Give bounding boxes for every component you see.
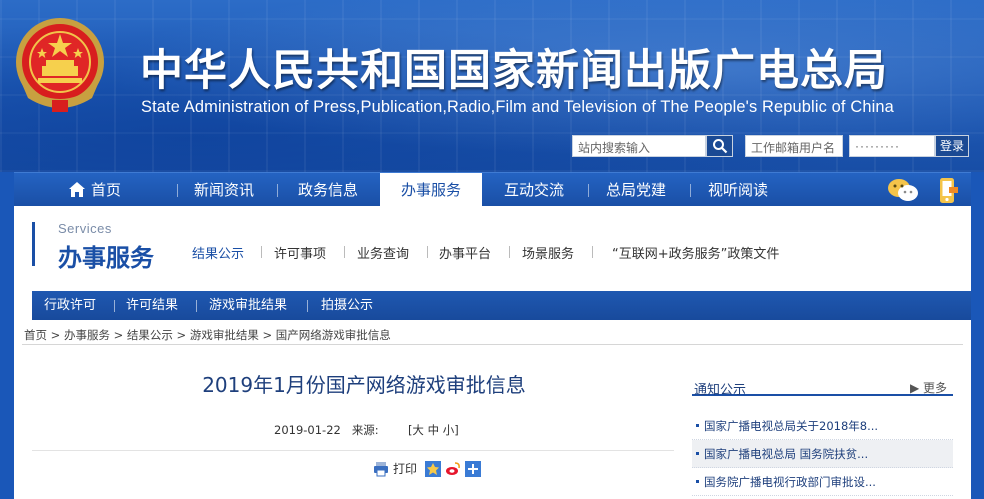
email-username-field[interactable]: 工作邮箱用户名 (745, 135, 843, 157)
tab-scenario-services[interactable]: 场景服务 (522, 243, 574, 262)
nav-divider (277, 184, 278, 197)
nav-divider (588, 184, 589, 197)
article-source-label: 来源: (351, 423, 379, 437)
printer-icon[interactable] (373, 461, 389, 477)
tab-divider (344, 246, 345, 258)
nav-divider (690, 184, 691, 197)
sidebar-title: 通知公示 (694, 383, 747, 398)
national-emblem-icon (16, 18, 104, 112)
tab-business-query[interactable]: 业务查询 (357, 243, 409, 262)
site-title-cn: 中华人民共和国国家新闻出版广电总局 (140, 46, 888, 96)
nav-item-audiovisual[interactable]: 视听阅读 (698, 173, 778, 207)
search-input[interactable]: 站内搜索输入 (572, 135, 706, 157)
wechat-icon[interactable] (887, 177, 919, 203)
article-date: 2019-01-22 (274, 423, 341, 437)
print-button[interactable]: 打印 (393, 460, 417, 477)
sidebar-list: 国家广播电视总局关于2018年8... 国家广播电视总局 国务院扶贫... 国务… (692, 412, 953, 496)
nav-item-party-building[interactable]: 总局党建 (596, 173, 676, 207)
main-nav: 首页 新闻资讯 政务信息 办事服务 互动交流 总局党建 视听阅读 (14, 172, 971, 207)
tab-divider (261, 246, 262, 258)
services-accent-bar (32, 222, 35, 266)
tab-licensing-items[interactable]: 许可事项 (274, 243, 326, 262)
services-heading: 办事服务 (58, 244, 154, 272)
tab-divider (592, 246, 593, 258)
nav-item-interaction[interactable]: 互动交流 (494, 173, 574, 207)
subnav-divider (196, 300, 197, 312)
article-tools: 打印 (369, 460, 482, 477)
subnav-item-filming-publicity[interactable]: 拍摄公示 (321, 291, 373, 320)
nav-item-government-info[interactable]: 政务信息 (284, 173, 372, 207)
subnav-divider (307, 300, 308, 312)
login-button[interactable]: 登录 (935, 135, 969, 157)
subnav-item-license-results[interactable]: 许可结果 (126, 291, 178, 320)
password-field[interactable]: ········· (849, 135, 935, 157)
article-divider (32, 450, 674, 451)
content-area: Services 办事服务 结果公示 许可事项 业务查询 办事平台 场景服务 “… (14, 206, 971, 499)
tab-service-platform[interactable]: 办事平台 (439, 243, 491, 262)
article-meta: 2019-01-22 来源: [大 中 小] (274, 422, 459, 438)
article-title: 2019年1月份国产网络游戏审批信息 (202, 373, 526, 397)
site-title-en: State Administration of Press,Publicatio… (141, 98, 894, 116)
sidebar-list-item[interactable]: 国家广播电视总局 国务院扶贫... (692, 440, 953, 468)
nav-item-news[interactable]: 新闻资讯 (184, 173, 264, 207)
nav-item-home[interactable]: 首页 (80, 173, 132, 207)
mobile-app-icon[interactable] (937, 177, 959, 205)
search-icon (712, 139, 727, 154)
services-section: Services 办事服务 结果公示 许可事项 业务查询 办事平台 场景服务 “… (22, 220, 971, 320)
tab-results-publicity[interactable]: 结果公示 (192, 243, 244, 262)
qzone-share-icon[interactable] (425, 460, 442, 477)
subnav-item-admin-license[interactable]: 行政许可 (44, 291, 96, 320)
breadcrumb[interactable]: 首页 > 办事服务 > 结果公示 > 游戏审批结果 > 国产网络游戏审批信息 (24, 327, 391, 343)
font-size-switcher[interactable]: [大 中 小] (408, 423, 459, 437)
sidebar-header: 通知公示 ▶ 更多 (692, 368, 953, 398)
sidebar-list-item[interactable]: 国家广播电视总局关于2018年8... (692, 412, 953, 440)
subnav-item-game-approval-results[interactable]: 游戏审批结果 (209, 291, 287, 320)
tab-internet-plus-policy[interactable]: “互联网+政务服务”政策文件 (612, 243, 779, 262)
nav-divider (177, 184, 178, 197)
weibo-share-icon[interactable] (445, 460, 462, 477)
breadcrumb-divider (22, 344, 963, 345)
site-banner: 中华人民共和国国家新闻出版广电总局 State Administration o… (0, 0, 984, 172)
subnav-divider (114, 300, 115, 312)
services-subnav: 行政许可 许可结果 游戏审批结果 拍摄公示 (32, 291, 971, 320)
sidebar-list-item[interactable]: 国务院广播电视行政部门审批设... (692, 468, 953, 496)
tab-divider (427, 246, 428, 258)
more-share-icon[interactable] (465, 460, 482, 477)
nav-item-services[interactable]: 办事服务 (380, 173, 482, 207)
tab-divider (509, 246, 510, 258)
services-en-label: Services (58, 221, 112, 236)
search-button[interactable] (706, 135, 733, 157)
sidebar-more-link[interactable]: ▶ 更多 (910, 379, 947, 396)
